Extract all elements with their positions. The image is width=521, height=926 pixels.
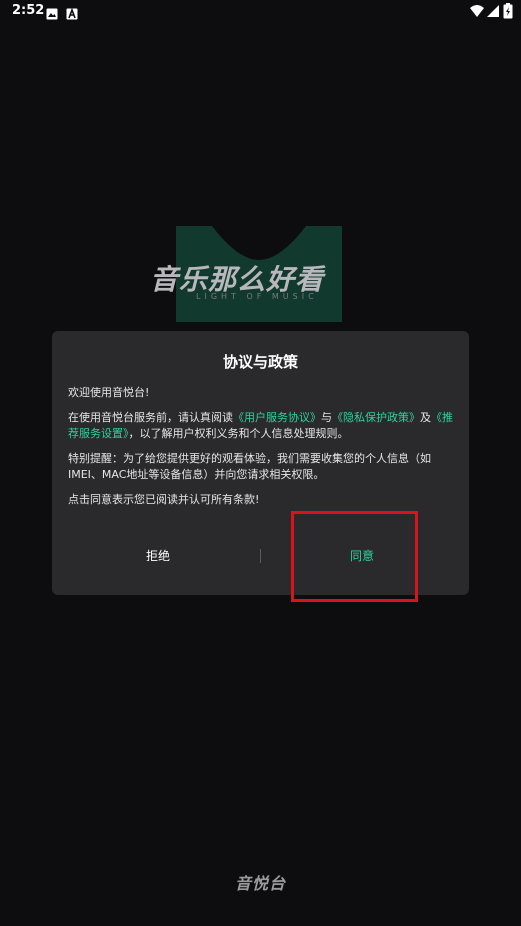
user-agreement-link[interactable]: 《用户服务协议》	[233, 411, 321, 424]
intro-suffix: ，以了解用户权利义务和个人信息处理规则。	[128, 427, 349, 440]
welcome-text: 欢迎使用音悦台!	[68, 386, 150, 399]
bottom-brand-logo: 音悦台	[234, 874, 286, 893]
notice-text: 特别提醒：为了给您提供更好的观看体验，我们需要收集您的个人信息（如IMEI、MA…	[68, 452, 431, 481]
dialog-title: 协议与政策	[222, 353, 298, 371]
intro-prefix: 在使用音悦台服务前，请认真阅读	[68, 411, 233, 424]
conj-and2: 及	[420, 411, 431, 424]
refuse-button[interactable]: 拒绝	[118, 547, 198, 564]
signal-icon	[486, 3, 500, 22]
splash-subtitle: LIGHT OF MUSIC	[196, 292, 318, 301]
wifi-icon	[470, 3, 484, 22]
dialog-body: 欢迎使用音悦台! 在使用音悦台服务前，请认真阅读《用户服务协议》与《隐私保护政策…	[68, 385, 458, 517]
image-notification-icon	[46, 5, 58, 24]
consent-text: 点击同意表示您已阅读并认可所有条款!	[68, 493, 260, 506]
button-divider	[260, 549, 261, 563]
privacy-policy-link[interactable]: 《隐私保护政策》	[332, 411, 420, 424]
battery-icon	[503, 3, 513, 23]
app-notification-icon	[66, 5, 78, 24]
highlight-box	[291, 511, 418, 602]
status-time: 2:52	[12, 3, 45, 18]
intro-paragraph: 在使用音悦台服务前，请认真阅读《用户服务协议》与《隐私保护政策》及《推荐服务设置…	[68, 410, 458, 442]
conj-and: 与	[321, 411, 332, 424]
status-bar: 2:52	[0, 0, 521, 24]
